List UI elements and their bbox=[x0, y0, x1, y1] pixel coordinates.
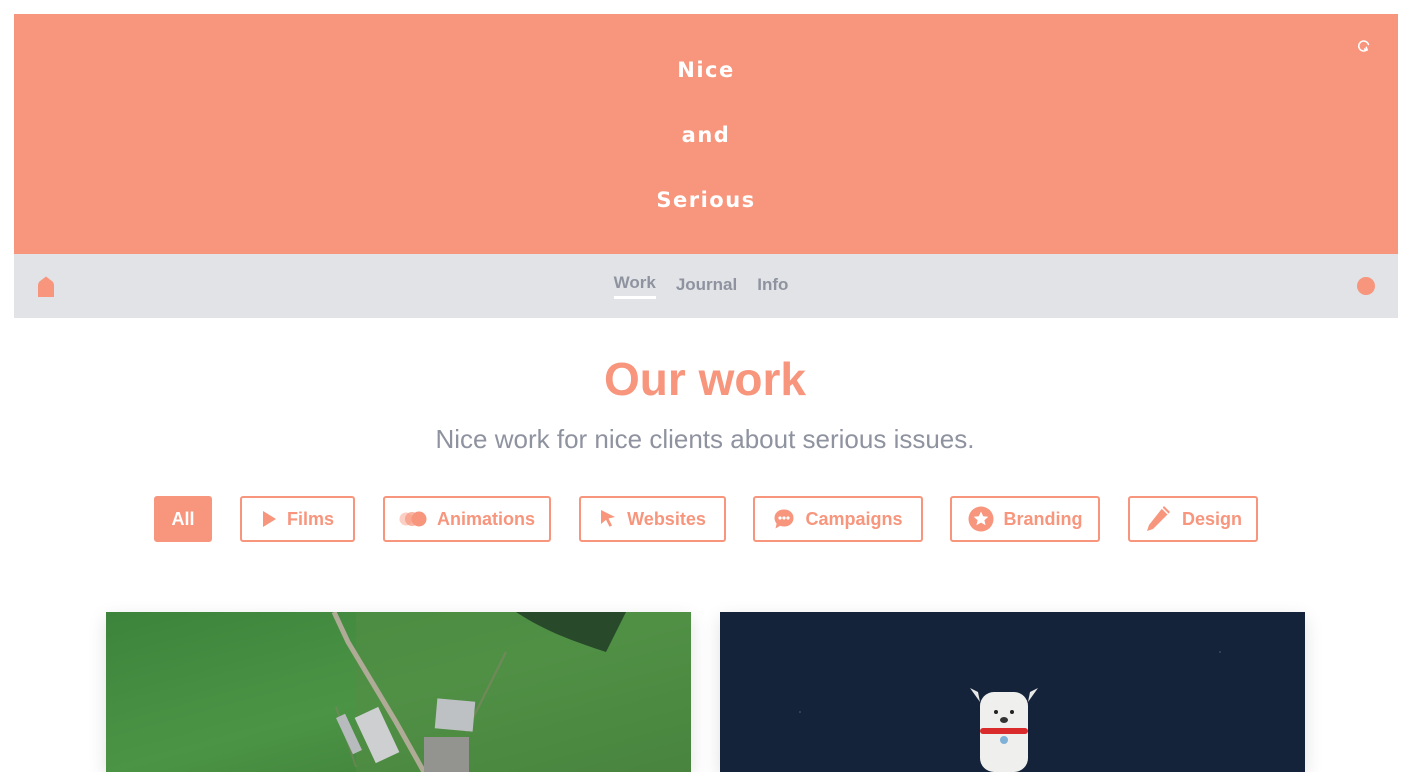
cursor-icon bbox=[599, 509, 617, 529]
nav-link-info[interactable]: Info bbox=[757, 275, 788, 298]
work-card-2[interactable] bbox=[720, 612, 1305, 772]
play-icon bbox=[261, 510, 277, 528]
menu-dot-icon[interactable] bbox=[1357, 277, 1375, 295]
page-title: Our work bbox=[604, 353, 806, 405]
chat-icon bbox=[773, 508, 795, 530]
nav-link-work[interactable]: Work bbox=[613, 273, 656, 299]
filter-bar: All Films Animations Websites Campaigns … bbox=[0, 496, 1410, 548]
work-card-1[interactable] bbox=[106, 612, 691, 772]
hero-line-3: Serious bbox=[656, 187, 756, 212]
filter-label: Campaigns bbox=[805, 508, 903, 529]
filter-design-button[interactable]: Design bbox=[1128, 496, 1258, 542]
filter-label: Films bbox=[286, 508, 334, 529]
filter-branding-button[interactable]: Branding bbox=[950, 496, 1100, 542]
filter-label: Animations bbox=[436, 508, 535, 529]
page-subtitle: Nice work for nice clients about serious… bbox=[435, 424, 975, 454]
star-icon bbox=[968, 506, 994, 532]
refresh-icon[interactable] bbox=[1354, 36, 1374, 56]
animation-icon bbox=[399, 511, 427, 527]
filter-websites-button[interactable]: Websites bbox=[579, 496, 726, 542]
filter-label: Design bbox=[1181, 508, 1242, 529]
filter-label: Branding bbox=[1003, 508, 1083, 529]
home-icon[interactable] bbox=[37, 276, 55, 298]
hero-banner: Nice and Serious bbox=[14, 14, 1398, 254]
hero-line-2: and bbox=[681, 122, 731, 147]
nav-link-journal[interactable]: Journal bbox=[676, 275, 737, 298]
filter-all-button[interactable]: All bbox=[154, 496, 212, 542]
filter-label: Websites bbox=[627, 508, 706, 529]
hero-line-1: Nice bbox=[677, 57, 735, 82]
nav-links: Work Journal Info bbox=[613, 273, 788, 299]
filter-campaigns-button[interactable]: Campaigns bbox=[753, 496, 923, 542]
pencil-icon bbox=[1144, 504, 1172, 534]
filter-films-button[interactable]: Films bbox=[240, 496, 355, 542]
dog-illustration-image bbox=[720, 612, 1305, 772]
filter-label: All bbox=[171, 508, 195, 529]
aerial-farm-image bbox=[106, 612, 691, 772]
filter-animations-button[interactable]: Animations bbox=[383, 496, 551, 542]
main-nav: Work Journal Info bbox=[14, 254, 1398, 318]
